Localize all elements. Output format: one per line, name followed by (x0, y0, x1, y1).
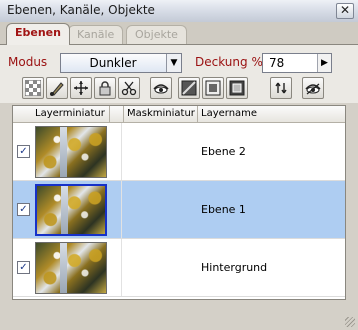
title-bar[interactable]: Ebenen, Kanäle, Objekte ✕ (0, 0, 358, 23)
duplicate-layer-button[interactable] (226, 77, 248, 99)
brush-icon (50, 82, 64, 96)
tab-strip: Ebenen Kanäle Objekte (0, 22, 358, 45)
chevron-down-icon[interactable]: ▼ (166, 54, 181, 72)
layer-name[interactable]: Hintergrund (201, 261, 267, 274)
opacity-input[interactable]: 78 ▶ (262, 53, 332, 73)
image-placeholder-icon (181, 80, 197, 96)
close-icon: ✕ (339, 3, 351, 17)
new-layer-button[interactable] (178, 77, 200, 99)
tab-ebenen[interactable]: Ebenen (6, 23, 70, 45)
header-mask[interactable]: Maskminiatur (127, 108, 195, 119)
swap-button[interactable] (270, 77, 292, 99)
header-name[interactable]: Layername (201, 108, 257, 119)
layer-name[interactable]: Ebene 1 (201, 203, 246, 216)
opacity-value: 78 (269, 56, 285, 70)
lock-icon (99, 81, 111, 96)
visibility-checkbox[interactable]: ✓ (17, 203, 30, 216)
paint-lock-button[interactable] (46, 77, 68, 99)
visibility-checkbox[interactable]: ✓ (17, 145, 30, 158)
status-bar (0, 310, 358, 330)
close-button[interactable]: ✕ (336, 3, 354, 19)
layer-name[interactable]: Ebene 2 (201, 145, 246, 158)
layer-thumbnail (35, 184, 107, 236)
hide-others-button[interactable] (302, 77, 324, 99)
blend-mode-value: Dunkler (89, 56, 137, 70)
visibility-checkbox[interactable]: ✓ (17, 261, 30, 274)
flip-arrows-icon (275, 82, 287, 94)
clip-button[interactable] (118, 77, 140, 99)
window-title: Ebenen, Kanäle, Objekte (7, 3, 155, 17)
position-lock-button[interactable] (70, 77, 92, 99)
resize-grip-icon[interactable] (345, 317, 355, 327)
layer-row[interactable]: ✓ Ebene 2 (13, 123, 345, 181)
layers-panel-window: Ebenen, Kanäle, Objekte ✕ Ebenen Kanäle … (0, 0, 358, 330)
layer-list-header: Layerminiatur Maskminiatur Layername (13, 106, 345, 123)
layer-list: Layerminiatur Maskminiatur Layername ✓ E… (12, 105, 346, 300)
layers-copy-icon (229, 80, 245, 96)
layer-row[interactable]: ✓ Hintergrund (13, 239, 345, 297)
chevron-right-icon[interactable]: ▶ (317, 54, 331, 72)
crossed-arrows-icon (74, 81, 88, 95)
visibility-button[interactable] (150, 77, 172, 99)
layer-mask-button[interactable] (202, 77, 224, 99)
header-thumbnail[interactable]: Layerminiatur (35, 108, 105, 119)
layer-row-selected[interactable]: ✓ Ebene 1 (13, 181, 345, 239)
eye-icon (153, 84, 169, 94)
lock-all-button[interactable] (94, 77, 116, 99)
tab-kanaele[interactable]: Kanäle (68, 25, 124, 44)
scissors-icon (121, 81, 137, 96)
eye-strike-icon (305, 83, 321, 95)
mode-label: Modus (8, 55, 48, 69)
opacity-label: Deckung % (195, 55, 263, 69)
tab-objekte[interactable]: Objekte (126, 25, 187, 44)
layer-thumbnail (35, 126, 107, 178)
transparency-lock-button[interactable] (22, 77, 44, 99)
blend-mode-dropdown[interactable]: Dunkler ▼ (60, 53, 182, 73)
checkerboard-icon (25, 80, 41, 96)
image-frame-icon (205, 80, 221, 96)
layer-toolbar: Modus Dunkler ▼ Deckung % 78 ▶ (0, 44, 358, 103)
layer-thumbnail (35, 242, 107, 294)
